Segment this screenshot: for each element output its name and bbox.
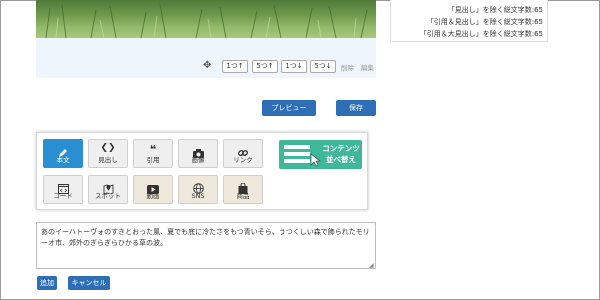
globe-icon: [179, 176, 217, 194]
block-body-button[interactable]: 本文: [43, 139, 83, 168]
block-image-button[interactable]: 画像: [178, 139, 218, 168]
grass-photo: [36, 0, 376, 38]
move-up-five-button[interactable]: 5つ↑: [252, 60, 278, 73]
block-spot-button[interactable]: スポット: [88, 175, 128, 204]
block-type-palette: 本文 ❮❯ 見出し ❝ 引用 画像 リンク コンテンツ 並べ替え コード スポッ…: [36, 132, 368, 210]
edit-link[interactable]: 編集: [361, 62, 374, 72]
count-excluding-quote-heading: 「引用＆見出し」を除く総文字数:65: [426, 18, 543, 26]
map-pin-icon: [89, 176, 127, 195]
block-link-button[interactable]: リンク: [223, 139, 263, 168]
block-sns-button[interactable]: SNS: [178, 175, 218, 204]
move-icon[interactable]: ✥: [203, 60, 211, 71]
block-product-button[interactable]: 商品: [223, 175, 263, 204]
block-code-button[interactable]: コード: [43, 175, 83, 204]
pencil-icon: [44, 140, 82, 157]
reorder-label: コンテンツ 並べ替え: [322, 144, 360, 164]
save-button[interactable]: 保存: [336, 100, 376, 116]
play-icon: [134, 176, 172, 194]
move-down-five-button[interactable]: 5つ↓: [310, 60, 336, 73]
camera-icon: [179, 140, 217, 158]
content-reorder-button[interactable]: コンテンツ 並べ替え: [279, 140, 362, 169]
code-brackets-icon: ❮❯: [100, 143, 116, 153]
resize-handle[interactable]: ◢: [369, 262, 374, 269]
code-window-icon: [44, 176, 82, 194]
count-excluding-quote-large-heading: 「引用＆大見出し」を除く総文字数:65: [419, 30, 543, 38]
link-icon: [224, 140, 262, 157]
cancel-button[interactable]: キャンセル: [68, 276, 110, 290]
character-count-panel: 「見出し」を除く総文字数:65 「引用＆見出し」を除く総文字数:65 「引用＆大…: [390, 0, 548, 42]
move-down-one-button[interactable]: 1つ↓: [281, 60, 307, 73]
reorder-list-icon: [284, 145, 321, 167]
body-text-editor[interactable]: あのイーハトーヴォのすきとおった風、夏でも底に冷たさをもつ青いそら、うつくしい森…: [36, 222, 376, 269]
quote-icon: ❝: [149, 143, 157, 156]
shopping-bag-icon: [224, 176, 262, 194]
block-heading-button[interactable]: ❮❯ 見出し: [88, 139, 128, 168]
delete-link[interactable]: 削除: [341, 62, 354, 72]
block-quote-button[interactable]: ❝ 引用: [133, 139, 173, 168]
move-up-one-button[interactable]: 1つ↑: [222, 60, 248, 73]
block-video-button[interactable]: 動画: [133, 175, 173, 204]
add-button[interactable]: 追加: [37, 276, 57, 290]
count-excluding-heading: 「見出し」を除く総文字数:65: [447, 6, 543, 14]
preview-button[interactable]: プレビュー: [262, 100, 316, 116]
